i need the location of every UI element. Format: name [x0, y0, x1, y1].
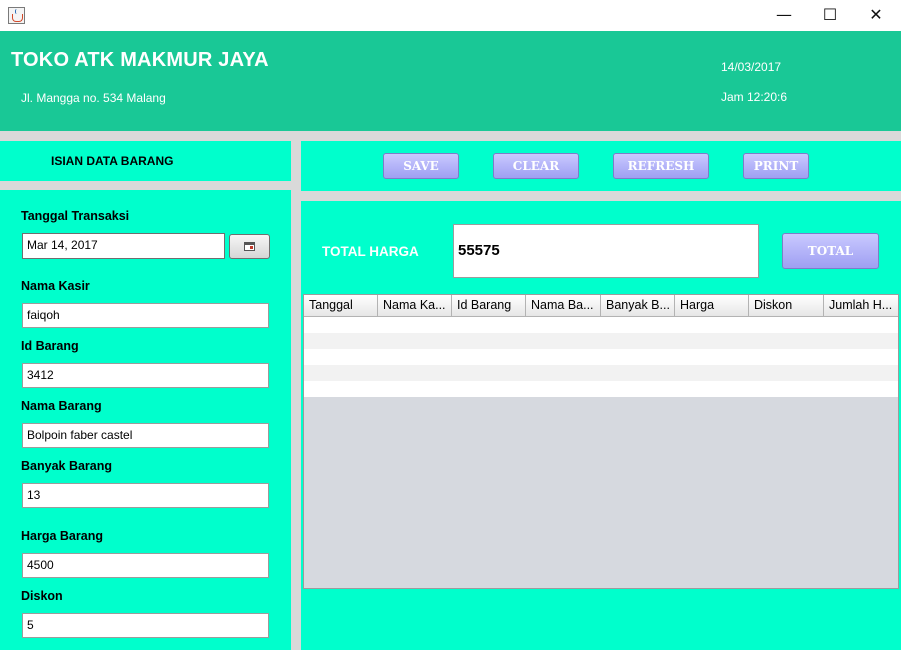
- column-header-nama-kasir[interactable]: Nama Ka...: [378, 295, 452, 316]
- table-row[interactable]: [304, 365, 898, 381]
- kasir-input[interactable]: faiqoh: [22, 303, 269, 328]
- id-barang-input[interactable]: 3412: [22, 363, 269, 388]
- shop-name: TOKO ATK MAKMUR JAYA: [11, 49, 269, 71]
- table-row[interactable]: [304, 349, 898, 365]
- table-row[interactable]: [304, 333, 898, 349]
- minimize-button[interactable]: —: [761, 0, 807, 31]
- current-date: 14/03/2017: [721, 60, 782, 74]
- column-header-tanggal[interactable]: Tanggal: [304, 295, 378, 316]
- nama-barang-label: Nama Barang: [21, 399, 102, 413]
- table-row[interactable]: [304, 317, 898, 333]
- print-button[interactable]: PRINT: [743, 153, 809, 179]
- save-button[interactable]: SAVE: [383, 153, 459, 179]
- total-button[interactable]: TOTAL: [782, 233, 879, 269]
- refresh-button[interactable]: REFRESH: [613, 153, 709, 179]
- table-header: Tanggal Nama Ka... Id Barang Nama Ba... …: [304, 295, 898, 317]
- nama-barang-input[interactable]: Bolpoin faber castel: [22, 423, 269, 448]
- table-row[interactable]: [304, 381, 898, 397]
- java-cup-icon: [8, 7, 25, 24]
- current-time: Jam 12:20:6: [721, 90, 788, 104]
- diskon-label: Diskon: [21, 589, 63, 603]
- column-header-id-barang[interactable]: Id Barang: [452, 295, 526, 316]
- total-harga-field[interactable]: 55575: [453, 224, 759, 278]
- tanggal-date-field[interactable]: Mar 14, 2017: [22, 233, 225, 259]
- maximize-button[interactable]: ☐: [807, 0, 853, 31]
- form-title: ISIAN DATA BARANG: [51, 154, 174, 168]
- column-header-diskon[interactable]: Diskon: [749, 295, 824, 316]
- header-banner: [0, 31, 901, 131]
- calendar-picker-button[interactable]: [229, 234, 270, 259]
- banyak-barang-label: Banyak Barang: [21, 459, 113, 473]
- harga-barang-label: Harga Barang: [21, 529, 103, 543]
- form-panel: [0, 190, 291, 650]
- calendar-icon: [244, 242, 255, 251]
- clear-button[interactable]: CLEAR: [493, 153, 579, 179]
- diskon-input[interactable]: 5: [22, 613, 269, 638]
- id-barang-label: Id Barang: [21, 339, 79, 353]
- column-header-nama-barang[interactable]: Nama Ba...: [526, 295, 601, 316]
- shop-address: Jl. Mangga no. 534 Malang: [21, 91, 166, 105]
- column-header-banyak-barang[interactable]: Banyak B...: [601, 295, 675, 316]
- window-titlebar: — ☐ ✕: [0, 0, 901, 31]
- banyak-barang-input[interactable]: 13: [22, 483, 269, 508]
- total-harga-label: TOTAL HARGA: [322, 244, 419, 259]
- kasir-label: Nama Kasir: [21, 279, 90, 293]
- harga-barang-input[interactable]: 4500: [22, 553, 269, 578]
- tanggal-label: Tanggal Transaksi: [21, 209, 130, 223]
- column-header-jumlah-harga[interactable]: Jumlah H...: [824, 295, 898, 316]
- column-header-harga[interactable]: Harga: [675, 295, 749, 316]
- close-button[interactable]: ✕: [853, 0, 899, 31]
- transaction-table[interactable]: Tanggal Nama Ka... Id Barang Nama Ba... …: [303, 294, 899, 589]
